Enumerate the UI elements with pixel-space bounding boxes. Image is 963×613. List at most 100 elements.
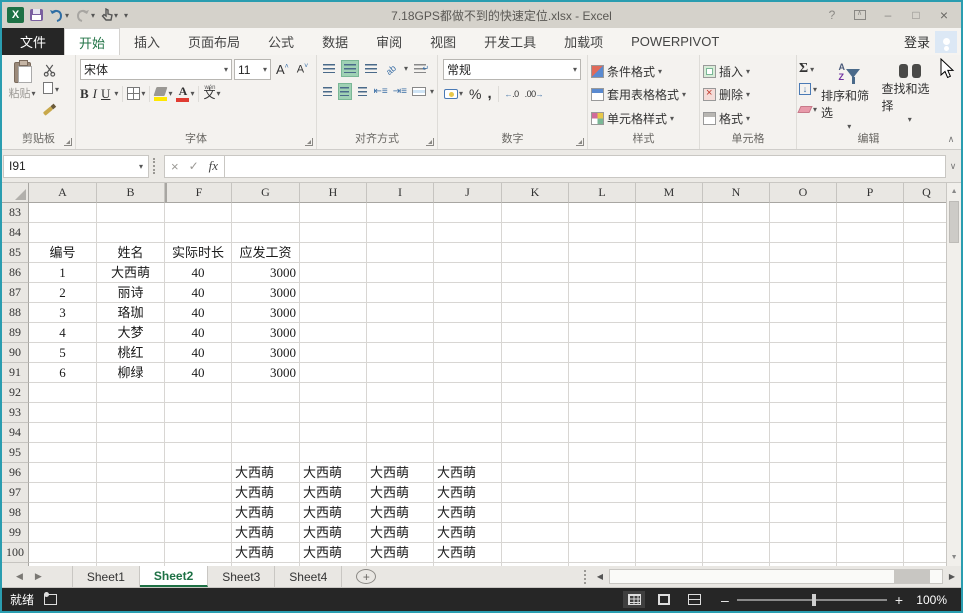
zoom-in-icon[interactable]: + <box>895 592 903 608</box>
cell-N93[interactable] <box>703 403 770 423</box>
cell-J83[interactable] <box>434 203 502 223</box>
cell-B97[interactable] <box>97 483 165 503</box>
sheet-tab-Sheet3[interactable]: Sheet3 <box>208 566 275 587</box>
cell-Q84[interactable] <box>904 223 946 243</box>
cell-F90[interactable]: 40 <box>165 343 232 363</box>
cell-N92[interactable] <box>703 383 770 403</box>
cell-A91[interactable]: 6 <box>29 363 97 383</box>
wrap-text-button[interactable] <box>411 60 429 77</box>
orientation-button[interactable] <box>383 60 401 77</box>
insert-cells-button[interactable]: 插入▾ <box>703 60 793 82</box>
name-box-dropdown-icon[interactable]: ▾ <box>139 162 143 171</box>
find-select-button[interactable]: 查找和选择 ▾ <box>882 59 938 132</box>
undo-button[interactable]: ▾ <box>49 9 69 22</box>
cell-H95[interactable] <box>300 443 367 463</box>
redo-button[interactable]: ▾ <box>75 9 95 22</box>
cell-G86[interactable]: 3000 <box>232 263 300 283</box>
cell-F83[interactable] <box>165 203 232 223</box>
normal-view-button[interactable] <box>623 591 645 608</box>
cell-O83[interactable] <box>770 203 837 223</box>
cell-N85[interactable] <box>703 243 770 263</box>
row-header-96[interactable]: 96 <box>2 463 29 483</box>
col-header-F[interactable]: F <box>165 183 232 203</box>
row-header-87[interactable]: 87 <box>2 283 29 303</box>
cell-B86[interactable]: 大西萌 <box>97 263 165 283</box>
cell-B92[interactable] <box>97 383 165 403</box>
cell-O87[interactable] <box>770 283 837 303</box>
cell-F99[interactable] <box>165 523 232 543</box>
cell-O98[interactable] <box>770 503 837 523</box>
next-sheet-icon[interactable]: ▶ <box>35 571 42 582</box>
cell-Q85[interactable] <box>904 243 946 263</box>
cell-O92[interactable] <box>770 383 837 403</box>
underline-button[interactable]: U <box>101 86 110 102</box>
cell-P86[interactable] <box>837 263 904 283</box>
cell-P84[interactable] <box>837 223 904 243</box>
cell-K94[interactable] <box>502 423 569 443</box>
cell-K85[interactable] <box>502 243 569 263</box>
col-header-N[interactable]: N <box>703 183 770 203</box>
sheet-tab-Sheet4[interactable]: Sheet4 <box>275 566 342 587</box>
cell-I98[interactable]: 大西萌 <box>367 503 434 523</box>
cell-L100[interactable] <box>569 543 636 563</box>
cell-Q99[interactable] <box>904 523 946 543</box>
cell-F98[interactable] <box>165 503 232 523</box>
cell-H90[interactable] <box>300 343 367 363</box>
cell-Q87[interactable] <box>904 283 946 303</box>
cell-N89[interactable] <box>703 323 770 343</box>
cell-A84[interactable] <box>29 223 97 243</box>
page-layout-view-button[interactable] <box>653 591 675 608</box>
cell-H94[interactable] <box>300 423 367 443</box>
cell-B99[interactable] <box>97 523 165 543</box>
cell-P85[interactable] <box>837 243 904 263</box>
cell-A93[interactable] <box>29 403 97 423</box>
cell-G87[interactable]: 3000 <box>232 283 300 303</box>
enter-icon[interactable]: ✓ <box>189 159 199 173</box>
tab-公式[interactable]: 公式 <box>254 28 308 55</box>
cell-A100[interactable] <box>29 543 97 563</box>
cell-M91[interactable] <box>636 363 703 383</box>
cell-H98[interactable]: 大西萌 <box>300 503 367 523</box>
accounting-format-button[interactable]: ▾ <box>444 89 463 99</box>
cell-H87[interactable] <box>300 283 367 303</box>
cell-L85[interactable] <box>569 243 636 263</box>
conditional-formatting-button[interactable]: 条件格式▾ <box>591 60 696 82</box>
cell-Q94[interactable] <box>904 423 946 443</box>
cell-G89[interactable]: 3000 <box>232 323 300 343</box>
col-header-B[interactable]: B <box>97 183 165 203</box>
cell-styles-button[interactable]: 单元格样式▾ <box>591 107 696 129</box>
cell-M95[interactable] <box>636 443 703 463</box>
font-name-combo[interactable]: 宋体▾ <box>80 59 232 80</box>
cell-A96[interactable] <box>29 463 97 483</box>
cell-B85[interactable]: 姓名 <box>97 243 165 263</box>
cell-A90[interactable]: 5 <box>29 343 97 363</box>
font-color-button[interactable]: A▾ <box>176 85 194 102</box>
cell-B94[interactable] <box>97 423 165 443</box>
cell-O97[interactable] <box>770 483 837 503</box>
cell-G95[interactable] <box>232 443 300 463</box>
tab-file[interactable]: 文件 <box>2 28 64 55</box>
tab-开发工具[interactable]: 开发工具 <box>470 28 550 55</box>
cell-Q83[interactable] <box>904 203 946 223</box>
cell-H100[interactable]: 大西萌 <box>300 543 367 563</box>
increase-decimal-button[interactable]: ←.0 <box>505 89 519 99</box>
cell-A97[interactable] <box>29 483 97 503</box>
cell-L89[interactable] <box>569 323 636 343</box>
cell-P89[interactable] <box>837 323 904 343</box>
cell-I96[interactable]: 大西萌 <box>367 463 434 483</box>
cell-G93[interactable] <box>232 403 300 423</box>
cell-P91[interactable] <box>837 363 904 383</box>
cell-G92[interactable] <box>232 383 300 403</box>
alignment-dialog-launcher[interactable] <box>426 138 434 146</box>
cell-G100[interactable]: 大西萌 <box>232 543 300 563</box>
align-right-button[interactable] <box>355 83 370 100</box>
cell-B95[interactable] <box>97 443 165 463</box>
cell-F94[interactable] <box>165 423 232 443</box>
cell-P95[interactable] <box>837 443 904 463</box>
cell-B93[interactable] <box>97 403 165 423</box>
cell-Q92[interactable] <box>904 383 946 403</box>
undo-dropdown-icon[interactable]: ▾ <box>65 11 69 20</box>
row-header-88[interactable]: 88 <box>2 303 29 323</box>
row-header-93[interactable]: 93 <box>2 403 29 423</box>
tab-插入[interactable]: 插入 <box>120 28 174 55</box>
